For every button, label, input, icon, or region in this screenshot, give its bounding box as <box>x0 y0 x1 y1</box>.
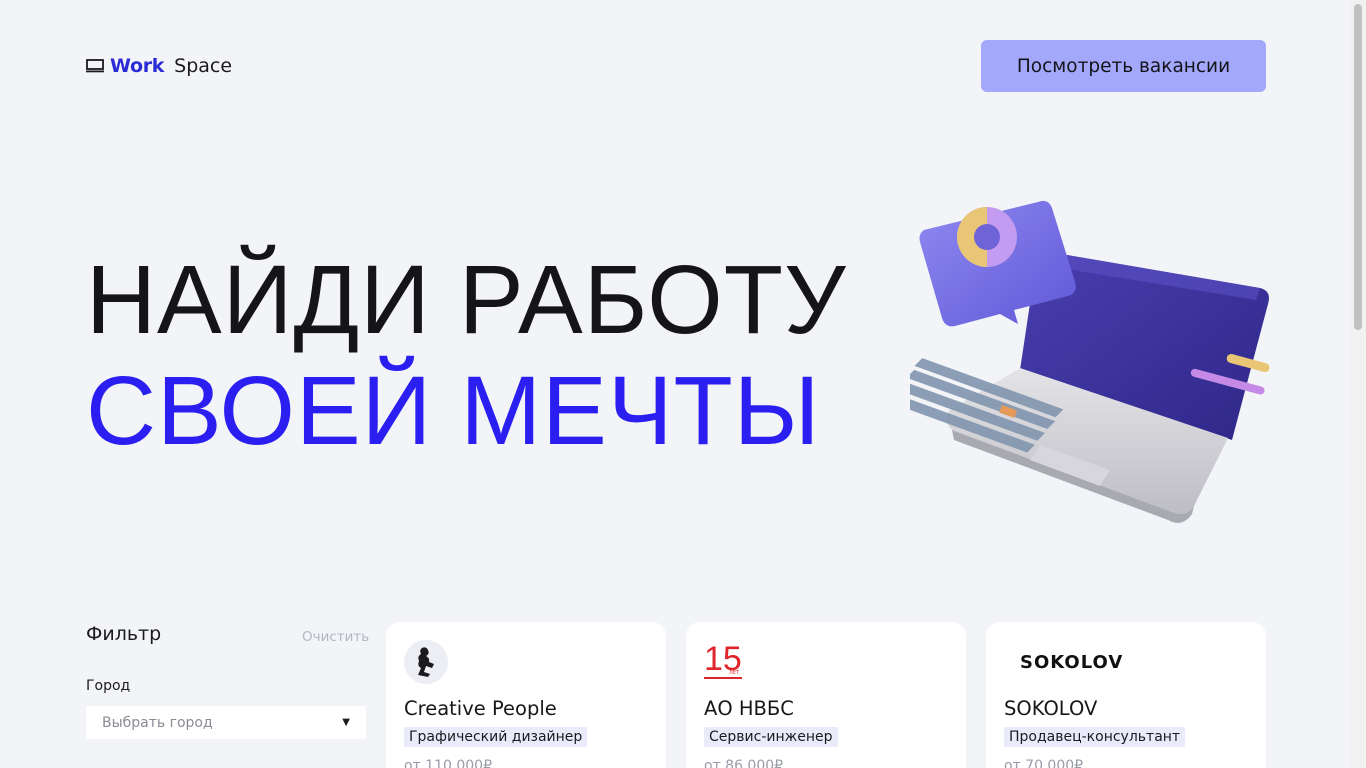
logo-space-text: Space <box>174 55 233 77</box>
company-logo <box>404 640 648 684</box>
laptop-illustration <box>910 200 1270 523</box>
city-select-placeholder: Выбрать город <box>102 714 213 731</box>
logo-work-text: Work <box>110 55 165 77</box>
hero-title-line-1: НАЙДИ РАБОТУ <box>86 245 847 354</box>
vacancy-card[interactable]: Creative People Графический дизайнер от … <box>386 622 666 768</box>
salary: от 86 000₽ <box>704 758 784 768</box>
company-name: SOKOLOV <box>1004 697 1098 720</box>
view-vacancies-button[interactable]: Посмотреть вакансии <box>981 40 1266 92</box>
role-tag: Продавец-консультант <box>1004 727 1186 747</box>
role-tag: Сервис-инженер <box>704 727 838 747</box>
company-logo: 15 ЛЕТ <box>704 640 948 682</box>
creative-people-logo <box>404 640 448 684</box>
nvbs-logo-subtext: ЛЕТ <box>729 670 740 676</box>
sokolov-logo: SOKOLOV <box>1020 652 1124 673</box>
filter-clear-button[interactable]: Очистить <box>302 629 369 645</box>
company-logo: SOKOLOV <box>1004 640 1248 682</box>
hero-title-line-2: СВОЕЙ МЕЧТЫ <box>86 356 821 465</box>
role-tag: Графический дизайнер <box>404 727 588 747</box>
vacancy-card[interactable]: SOKOLOV SOKOLOV Продавец-консультант от … <box>986 622 1266 768</box>
city-label: Город <box>86 678 131 694</box>
salary: от 70 000₽ <box>1004 758 1084 768</box>
monitor-icon <box>86 59 104 73</box>
logo[interactable]: Work Space <box>86 54 232 78</box>
page-scrollbar[interactable] <box>1350 0 1366 768</box>
vacancy-card[interactable]: 15 ЛЕТ АО НВБС Сервис-инженер от 86 000₽ <box>686 622 966 768</box>
filter-title: Фильтр <box>86 623 162 645</box>
caret-down-icon: ▼ <box>342 717 350 728</box>
scrollbar-thumb[interactable] <box>1354 4 1362 330</box>
company-name: Creative People <box>404 697 557 720</box>
city-select[interactable]: Выбрать город ▼ <box>86 706 366 739</box>
nvbs-logo: 15 ЛЕТ <box>704 640 742 679</box>
salary: от 110 000₽ <box>404 758 492 768</box>
company-name: АО НВБС <box>704 697 794 720</box>
